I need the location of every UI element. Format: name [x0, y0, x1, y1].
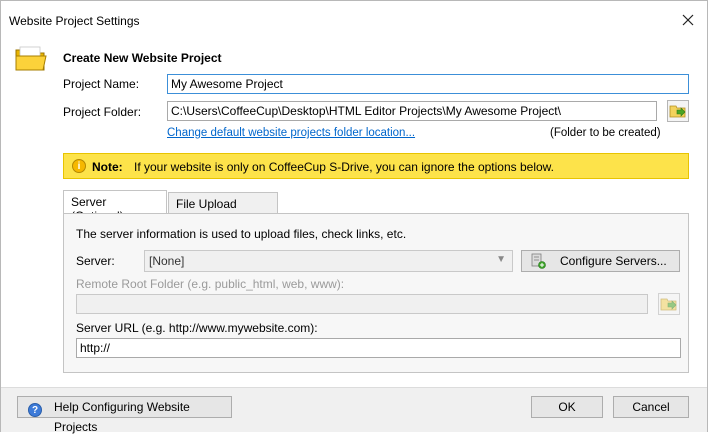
server-select[interactable]: [None] ▼: [144, 250, 513, 272]
cancel-button[interactable]: Cancel: [613, 396, 689, 418]
note-label: Note:: [92, 160, 123, 174]
server-add-icon: [531, 253, 546, 269]
close-icon: [682, 14, 694, 26]
info-icon: i: [72, 159, 86, 173]
folder-icon: [15, 46, 47, 71]
tab-file-upload-options[interactable]: File Upload Options: [168, 192, 278, 225]
section-heading: Create New Website Project: [63, 51, 222, 65]
folder-status-text: (Folder to be created): [550, 127, 661, 139]
dialog-window: Website Project Settings Create New Webs…: [0, 0, 708, 434]
chevron-down-icon: ▼: [496, 254, 506, 265]
remote-root-input[interactable]: [76, 294, 648, 314]
server-select-value: [None]: [149, 254, 185, 268]
configure-servers-button[interactable]: Configure Servers...: [521, 250, 680, 272]
server-url-input[interactable]: http://: [76, 338, 681, 358]
folder-arrow-icon: [660, 298, 677, 311]
change-folder-link[interactable]: Change default website projects folder l…: [167, 127, 415, 139]
project-name-input[interactable]: My Awesome Project: [167, 74, 689, 94]
remote-root-label: Remote Root Folder (e.g. public_html, we…: [76, 277, 345, 291]
ok-button[interactable]: OK: [531, 396, 603, 418]
project-name-label: Project Name:: [63, 77, 140, 91]
server-label: Server:: [76, 254, 115, 268]
browse-folder-button[interactable]: [667, 100, 689, 122]
server-url-label: Server URL (e.g. http://www.mywebsite.co…: [76, 321, 318, 335]
help-icon: ?: [28, 403, 42, 417]
help-button-label: Help Configuring Website Projects: [54, 400, 190, 434]
browse-remote-root-button[interactable]: [658, 293, 680, 315]
dialog-footer: ? Help Configuring Website Projects OK C…: [1, 387, 707, 434]
server-info-text: The server information is used to upload…: [76, 227, 407, 241]
note-text: If your website is only on CoffeeCup S-D…: [134, 160, 555, 174]
window-title: Website Project Settings: [9, 14, 140, 28]
close-button[interactable]: [677, 9, 699, 31]
title-bar: Website Project Settings: [1, 1, 707, 39]
note-banner: i Note: If your website is only on Coffe…: [63, 153, 689, 179]
folder-arrow-icon: [669, 105, 686, 118]
help-button[interactable]: ? Help Configuring Website Projects: [17, 396, 232, 434]
project-folder-input[interactable]: C:\Users\CoffeeCup\Desktop\HTML Editor P…: [167, 101, 657, 121]
tab-server[interactable]: Server (Optional): [63, 190, 167, 223]
configure-servers-label: Configure Servers...: [560, 254, 667, 268]
project-folder-label: Project Folder:: [63, 105, 142, 119]
